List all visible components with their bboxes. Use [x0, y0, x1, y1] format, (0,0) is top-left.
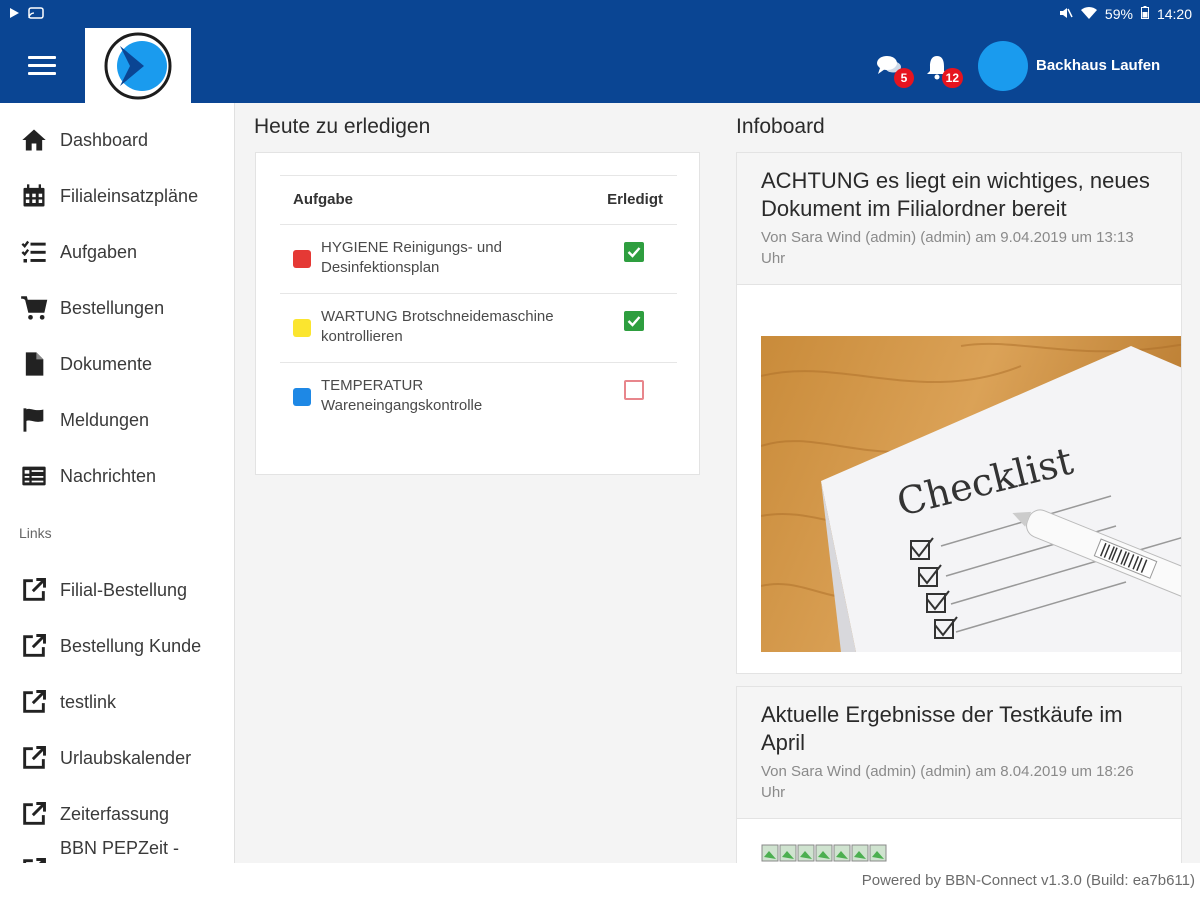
sidebar-item-label: Aufgaben: [60, 241, 138, 262]
info-post-header: Aktuelle Ergebnisse der Testkäufe im Apr…: [737, 687, 1181, 819]
info-post[interactable]: ACHTUNG es liegt ein wichtiges, neues Do…: [736, 152, 1182, 674]
cast-icon: [28, 6, 44, 22]
sidebar-item-label: Meldungen: [60, 409, 150, 430]
avatar[interactable]: [978, 41, 1028, 91]
clock: 14:20: [1156, 6, 1192, 22]
external-link-icon: [23, 634, 46, 657]
sidebar-item-label: testlink: [60, 691, 117, 712]
sidebar-item-label: Nachrichten: [60, 465, 157, 486]
done-checkbox[interactable]: [624, 242, 644, 262]
tasks-heading: Heute zu erledigen: [254, 115, 431, 138]
tasks-table: Aufgabe Erledigt HYGIENE Reinigungs- und…: [280, 175, 677, 432]
sidebar-item-label: Bestellungen: [60, 297, 165, 318]
app-header: 5 12 Backhaus Laufen: [0, 28, 1200, 103]
column-header-aufgabe: Aufgabe: [293, 191, 353, 208]
notification-badge: 12: [941, 68, 963, 88]
sidebar-item-nachrichten[interactable]: Nachrichten: [0, 448, 234, 504]
hamburger-line: [28, 64, 56, 67]
checklist-photo: Checklist: [761, 336, 1181, 652]
info-post[interactable]: Aktuelle Ergebnisse der Testkäufe im Apr…: [736, 686, 1182, 876]
chat-badge: 5: [894, 68, 914, 88]
info-post-title: ACHTUNG es liegt ein wichtiges, neues Do…: [761, 168, 1150, 221]
user-name[interactable]: Backhaus Laufen: [1036, 57, 1160, 74]
sidebar-item-label: Dokumente: [60, 353, 153, 374]
checklist-image: Checklist: [761, 336, 1181, 652]
calendar-icon: [23, 184, 45, 207]
table-row: HYGIENE Reinigungs- und Desinfektionspla…: [280, 225, 677, 294]
sidebar-item-dashboard[interactable]: Dashboard: [0, 112, 234, 168]
external-link-icon: [23, 690, 46, 713]
sidebar: Dashboard Filialeinsatzpläne Aufgaben Be…: [0, 103, 235, 863]
sidebar-item-label: BBN PEPZeit -: [60, 838, 180, 858]
sidebar-item-label: Urlaubskalender: [60, 747, 192, 768]
sidebar-item-label: Filial-Bestellung: [60, 579, 188, 600]
sidebar-item-dokumente[interactable]: Dokumente: [0, 336, 234, 392]
chat-button[interactable]: 5: [876, 54, 914, 88]
mute-icon: [1059, 6, 1073, 23]
newspaper-icon: [22, 466, 46, 486]
task-color-marker: [293, 388, 311, 406]
task-color-marker: [293, 250, 311, 268]
checkmark-icon: [627, 316, 641, 327]
sidebar-link-filial-bestellung[interactable]: Filial-Bestellung: [0, 562, 234, 618]
home-icon: [22, 129, 46, 151]
hamburger-icon: [28, 56, 56, 59]
sidebar-link-bbn-pepzeit[interactable]: BBN PEPZeit -: [0, 838, 234, 863]
menu-button[interactable]: [28, 56, 56, 78]
sidebar-link-zeiterfassung[interactable]: Zeiterfassung: [0, 786, 234, 842]
table-row: WARTUNG Brotschneidemaschine kontrollier…: [280, 294, 677, 363]
image-placeholder-icon: [761, 844, 887, 862]
battery-icon: [1140, 6, 1149, 22]
infoboard-heading: Infoboard: [736, 115, 825, 138]
external-link-icon: [23, 802, 46, 825]
notifications-button[interactable]: 12: [925, 54, 963, 88]
wifi-icon: [1080, 6, 1097, 23]
external-link-icon: [23, 746, 46, 769]
task-text: WARTUNG Brotschneidemaschine kontrollier…: [321, 308, 554, 345]
info-post-meta: Von Sara Wind (admin) (admin) am 8.04.20…: [761, 763, 1134, 801]
info-post-meta: Von Sara Wind (admin) (admin) am 9.04.20…: [761, 229, 1134, 267]
done-checkbox[interactable]: [624, 311, 644, 331]
task-text: HYGIENE Reinigungs- und Desinfektionspla…: [321, 239, 502, 276]
task-color-marker: [293, 319, 311, 337]
info-post-header: ACHTUNG es liegt ein wichtiges, neues Do…: [737, 153, 1181, 285]
task-text: TEMPERATUR Wareneingangskontrolle: [321, 377, 483, 414]
status-bar: 59% 14:20: [0, 0, 1200, 28]
sidebar-link-urlaubskalender[interactable]: Urlaubskalender: [0, 730, 234, 786]
sidebar-item-label: Bestellung Kunde: [60, 635, 202, 656]
tasks-card: Aufgabe Erledigt HYGIENE Reinigungs- und…: [255, 152, 700, 475]
cart-icon: [21, 296, 48, 320]
sidebar-item-aufgaben[interactable]: Aufgaben: [0, 224, 234, 280]
external-link-icon: [23, 858, 46, 863]
sidebar-link-bestellung-kunde[interactable]: Bestellung Kunde: [0, 618, 234, 674]
sidebar-item-meldungen[interactable]: Meldungen: [0, 392, 234, 448]
sidebar-item-bestellungen[interactable]: Bestellungen: [0, 280, 234, 336]
external-link-icon: [23, 578, 46, 601]
battery-level: 59%: [1104, 6, 1133, 22]
checkmark-icon: [627, 247, 641, 258]
hamburger-line: [28, 72, 56, 75]
sidebar-item-label: Filialeinsatzpläne: [60, 185, 199, 206]
info-post-title: Aktuelle Ergebnisse der Testkäufe im Apr…: [761, 702, 1123, 755]
done-checkbox[interactable]: [624, 380, 644, 400]
footer-text: Powered by BBN-Connect v1.3.0 (Build: ea…: [861, 872, 1195, 889]
sidebar-item-label: Dashboard: [60, 129, 149, 150]
sidebar-link-testlink[interactable]: testlink: [0, 674, 234, 730]
document-icon: [25, 352, 44, 376]
play-icon: [8, 6, 20, 22]
footer: Powered by BBN-Connect v1.3.0 (Build: ea…: [0, 863, 1200, 900]
app-logo[interactable]: [85, 28, 191, 103]
sidebar-item-label: Zeiterfassung: [60, 803, 170, 824]
column-header-erledigt: Erledigt: [607, 191, 663, 208]
checklist-icon: [21, 240, 46, 263]
sidebar-item-filialeinsatzplaene[interactable]: Filialeinsatzpläne: [0, 168, 234, 224]
table-header: Aufgabe Erledigt: [280, 175, 677, 225]
links-heading: Links: [19, 525, 52, 541]
flag-icon: [23, 408, 44, 432]
table-row: TEMPERATUR Wareneingangskontrolle: [280, 363, 677, 432]
logo-icon: [104, 32, 172, 99]
